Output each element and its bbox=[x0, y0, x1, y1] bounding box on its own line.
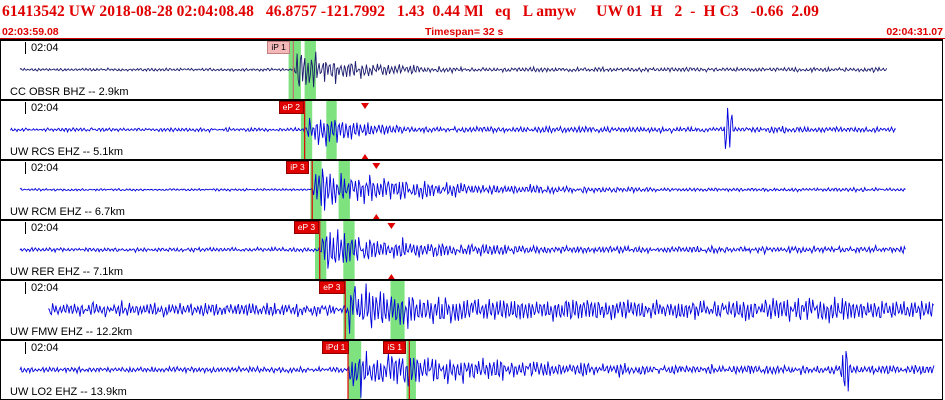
minute-tick bbox=[25, 102, 26, 114]
minute-tick bbox=[25, 42, 26, 54]
window-end-time: 02:04:31.07 bbox=[886, 26, 943, 38]
waveform-canvas bbox=[19, 161, 906, 219]
phase-window bbox=[326, 101, 337, 159]
waveform-canvas bbox=[47, 281, 935, 339]
seismic-trace bbox=[19, 350, 935, 398]
arrival-marker-top bbox=[372, 163, 381, 169]
event-header: 61413542 UW 2018-08-28 02:04:08.48 46.87… bbox=[0, 0, 945, 39]
phase-pick-label[interactable]: eP 2 bbox=[278, 101, 304, 114]
minute-label: 02:04 bbox=[31, 342, 59, 354]
minute-label: 02:04 bbox=[31, 162, 59, 174]
seismic-trace bbox=[47, 283, 935, 334]
minute-tick bbox=[25, 342, 26, 354]
arrival-marker-top bbox=[387, 223, 396, 229]
phase-pick-label[interactable]: iP 3 bbox=[286, 161, 309, 174]
window-start-time: 02:03:59.08 bbox=[2, 26, 59, 38]
waveform-canvas bbox=[10, 101, 896, 159]
station-channel-label: UW RCM EHZ -- 6.7km bbox=[10, 206, 125, 218]
seismic-trace bbox=[19, 51, 888, 88]
waveform-canvas bbox=[19, 41, 888, 99]
waveform-canvas bbox=[19, 341, 935, 399]
seismic-trace bbox=[19, 168, 906, 211]
seismogram-panel[interactable]: 02:04 eP 2 UW RCS EHZ -- 5.1km bbox=[0, 99, 943, 160]
waveform-panels[interactable]: 02:04 iP 1 CC OBSR BHZ -- 2.9km 02:04 eP 2 UW… bbox=[0, 39, 945, 400]
minute-tick bbox=[25, 282, 26, 294]
seismogram-panel[interactable]: 02:04 eP 3 UW FMW EHZ -- 12.2km bbox=[0, 279, 943, 340]
station-channel-label: UW RCS EHZ -- 5.1km bbox=[10, 146, 124, 158]
arrival-marker-top bbox=[360, 103, 369, 109]
phase-pick-label[interactable]: iP 1 bbox=[267, 41, 290, 54]
minute-tick bbox=[25, 162, 26, 174]
station-channel-label: UW FMW EHZ -- 12.2km bbox=[10, 326, 133, 338]
waveform-canvas bbox=[19, 221, 906, 279]
phase-pick-label[interactable]: iPd 1 bbox=[322, 341, 350, 354]
seismic-trace bbox=[19, 229, 906, 269]
phase-pick-label[interactable]: eP 3 bbox=[293, 221, 320, 234]
station-channel-label: UW LO2 EHZ -- 13.9km bbox=[10, 386, 127, 398]
phase-pick-label[interactable]: eP 3 bbox=[319, 281, 345, 294]
station-channel-label: CC OBSR BHZ -- 2.9km bbox=[10, 86, 129, 98]
minute-label: 02:04 bbox=[31, 42, 59, 54]
timespan-label: Timespan= 32 s bbox=[425, 26, 504, 38]
event-summary-title: 61413542 UW 2018-08-28 02:04:08.48 46.87… bbox=[2, 3, 819, 20]
minute-label: 02:04 bbox=[31, 222, 59, 234]
seismogram-panel[interactable]: 02:04 eP 3 UW RER EHZ -- 7.1km bbox=[0, 219, 943, 280]
seismic-trace bbox=[10, 107, 896, 149]
station-channel-label: UW RER EHZ -- 7.1km bbox=[10, 266, 124, 278]
minute-label: 02:04 bbox=[31, 282, 59, 294]
seismogram-panel[interactable]: 02:04 iPd 1 iS 1 UW LO2 EHZ -- 13.9km bbox=[0, 339, 943, 400]
seismogram-panel[interactable]: 02:04 iP 1 CC OBSR BHZ -- 2.9km bbox=[0, 39, 943, 100]
seismogram-panel[interactable]: 02:04 iP 3 UW RCM EHZ -- 6.7km bbox=[0, 159, 943, 220]
phase-pick-label[interactable]: iS 1 bbox=[383, 341, 406, 354]
minute-tick bbox=[25, 222, 26, 234]
minute-label: 02:04 bbox=[31, 102, 59, 114]
